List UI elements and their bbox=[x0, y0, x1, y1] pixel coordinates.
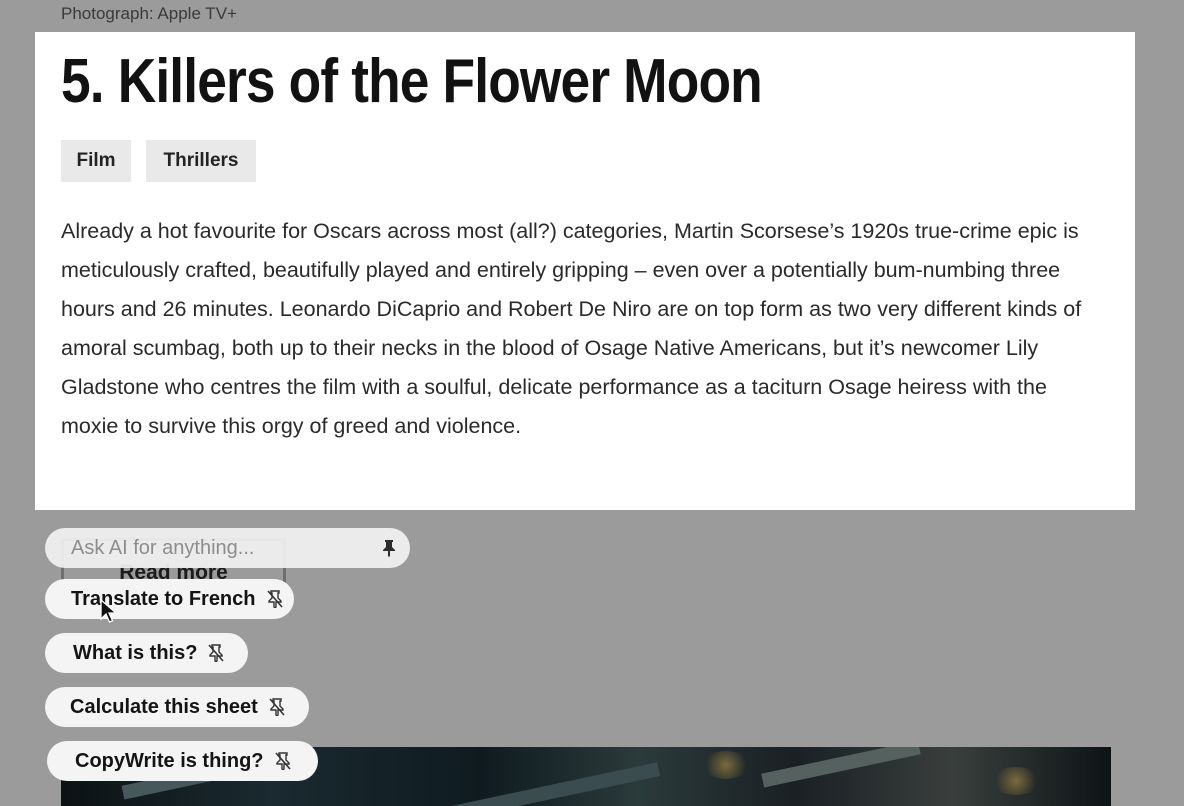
article-body: Already a hot favourite for Oscars acros… bbox=[61, 219, 1082, 438]
suggestion-label: Calculate this sheet bbox=[70, 695, 258, 718]
ask-ai-input[interactable] bbox=[71, 536, 361, 560]
ask-ai-input-container[interactable] bbox=[45, 528, 410, 568]
suggestion-label: CopyWrite is thing? bbox=[75, 749, 264, 772]
unpin-icon[interactable] bbox=[274, 751, 292, 771]
unpin-icon[interactable] bbox=[268, 697, 286, 717]
suggestion-translate-to-french[interactable]: Translate to French bbox=[45, 579, 294, 619]
pin-icon[interactable] bbox=[380, 538, 398, 558]
article-card: 5. Killers of the Flower Moon Film Thril… bbox=[35, 32, 1135, 510]
tag-thrillers[interactable]: Thrillers bbox=[146, 140, 256, 182]
photo-credit: Photograph: Apple TV+ bbox=[61, 4, 237, 23]
suggestion-what-is-this[interactable]: What is this? bbox=[45, 633, 248, 673]
suggestion-label: Translate to French bbox=[71, 587, 256, 610]
unpin-icon[interactable] bbox=[207, 643, 225, 663]
suggestion-label: What is this? bbox=[73, 641, 198, 664]
suggestion-calculate-this-sheet[interactable]: Calculate this sheet bbox=[45, 687, 309, 727]
unpin-icon[interactable] bbox=[266, 589, 284, 609]
article-title: 5. Killers of the Flower Moon bbox=[61, 47, 763, 116]
mouse-cursor-icon bbox=[100, 599, 118, 623]
tag-film[interactable]: Film bbox=[61, 140, 131, 182]
suggestion-copywrite-is-thing[interactable]: CopyWrite is thing? bbox=[47, 741, 318, 781]
